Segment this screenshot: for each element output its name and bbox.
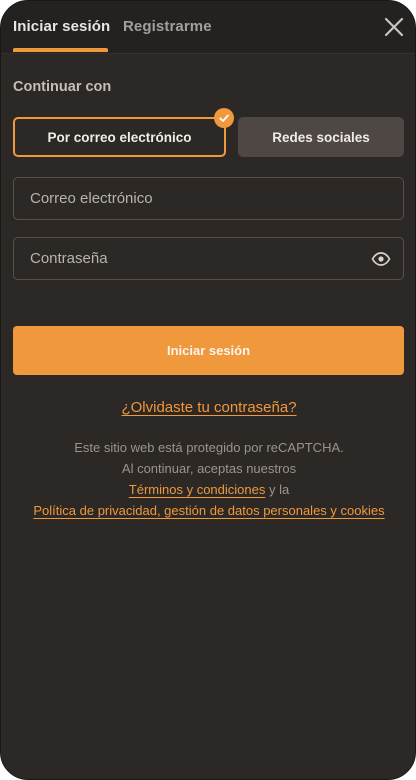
email-method-button[interactable]: Por correo electrónico [13,117,226,157]
forgot-password: ¿Olvidaste tu contraseña? [1,399,415,416]
email-field[interactable] [14,190,360,207]
email-field-wrapper [13,177,404,220]
continue-with-label: Continuar con [13,79,112,95]
forgot-password-link[interactable]: ¿Olvidaste tu contraseña? [121,399,296,416]
social-method-button[interactable]: Redes sociales [238,117,404,157]
eye-icon[interactable] [371,250,391,268]
terms-line: Términos y condiciones y la [1,482,415,497]
password-field-wrapper [13,237,404,280]
login-modal: Iniciar sesión Registrarme Continuar con… [0,0,416,780]
active-tab-indicator [13,48,108,52]
consent-notice: Al continuar, aceptas nuestros [121,461,297,476]
header: Iniciar sesión Registrarme [1,1,415,54]
tab-login[interactable]: Iniciar sesión [13,18,110,35]
login-submit-button[interactable]: Iniciar sesión [13,326,404,375]
password-field[interactable] [14,250,360,267]
terms-link[interactable]: Términos y condiciones [129,482,266,497]
privacy-link[interactable]: Política de privacidad, gestión de datos… [33,503,384,518]
recaptcha-notice: Este sitio web está protegido por reCAPT… [74,440,344,455]
terms-conjunction: y la [265,482,290,497]
close-icon[interactable] [382,15,406,39]
check-icon [214,108,234,128]
privacy-line: Política de privacidad, gestión de datos… [1,503,415,518]
tab-register[interactable]: Registrarme [123,18,212,35]
